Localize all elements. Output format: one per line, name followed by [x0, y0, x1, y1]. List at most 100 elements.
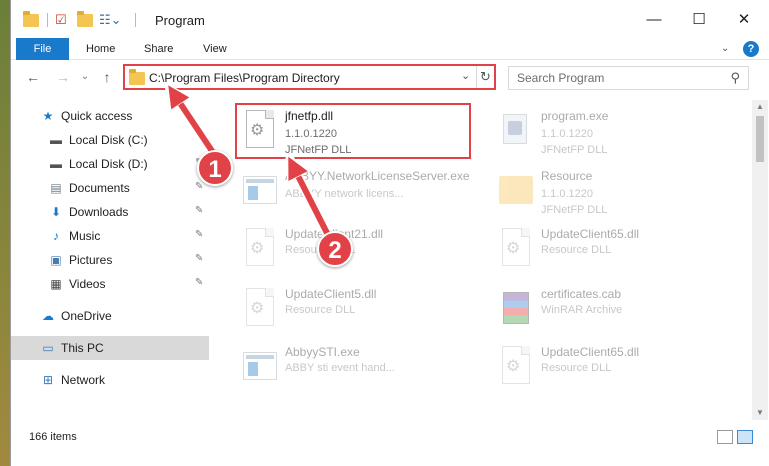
videos-icon: ▦: [50, 277, 62, 291]
exe-icon: [241, 346, 277, 386]
dll-icon: ⚙: [497, 346, 533, 386]
address-bar[interactable]: C:\Program Files\Program Directory ⌄ ↻: [123, 64, 496, 90]
up-button[interactable]: ↑: [97, 67, 117, 87]
scrollbar-thumb[interactable]: [756, 116, 764, 162]
file-description: Resource DLL: [541, 244, 612, 256]
file-description: WinRAR Archive: [541, 304, 623, 316]
sidebar-item-local-disk-d[interactable]: ▬ Local Disk (D:) ✎: [11, 152, 209, 176]
new-folder-icon[interactable]: [77, 10, 93, 29]
sidebar-item-downloads[interactable]: ⬇ Downloads ✎: [11, 200, 209, 224]
search-input[interactable]: Search Program: [517, 71, 604, 85]
pin-icon[interactable]: ✎: [195, 229, 203, 240]
file-name: ABBYY.NetworkLicenseServer.exe: [285, 169, 470, 183]
file-description: Resource DLL: [285, 304, 356, 316]
drive-icon: ▬: [50, 157, 62, 171]
sidebar-item-network[interactable]: ⊞ Network: [11, 368, 209, 392]
tab-share[interactable]: Share: [144, 38, 173, 60]
file-item[interactable]: certificates.cab WinRAR Archive: [493, 282, 738, 337]
tab-home[interactable]: Home: [86, 38, 115, 60]
file-item[interactable]: Resource 1.1.0.1220 JFNetFP DLL: [493, 164, 738, 219]
sidebar-item-quick-access[interactable]: ★ Quick access: [11, 104, 209, 128]
sidebar-item-label: Pictures: [69, 253, 113, 267]
file-name: Resource: [541, 169, 593, 183]
file-item[interactable]: ⚙ UpdateClient65.dll Resource DLL: [493, 222, 738, 277]
file-item[interactable]: ⚙ UpdateClient5.dll Resource DLL: [237, 282, 482, 337]
pin-icon[interactable]: ✎: [195, 253, 203, 264]
file-item[interactable]: ⚙ UpdateClient21.dll Resource DLL: [237, 222, 482, 277]
tab-file[interactable]: File: [16, 38, 69, 60]
navigation-pane: ★ Quick access ▬ Local Disk (C:) ▬ Local…: [11, 100, 209, 420]
sidebar-item-label: Local Disk (C:): [69, 133, 148, 147]
maximize-button[interactable]: ☐: [687, 8, 711, 32]
computer-icon: ▭: [42, 341, 54, 355]
expand-ribbon-icon[interactable]: ⌄: [721, 38, 729, 60]
file-name: UpdateClient65.dll: [541, 345, 640, 359]
properties-icon[interactable]: ☑: [55, 11, 67, 29]
file-item[interactable]: ABBYY.NetworkLicenseServer.exe ABBYY net…: [237, 164, 482, 219]
minimize-button[interactable]: —: [642, 8, 666, 32]
back-button[interactable]: ←: [23, 67, 43, 87]
file-item[interactable]: ⚙ UpdateClient65.dll Resource DLL: [493, 340, 738, 395]
close-button[interactable]: ✕: [732, 8, 756, 32]
folder-icon: [497, 170, 533, 210]
sidebar-item-documents[interactable]: ▤ Documents ✎: [11, 176, 209, 200]
details-view-icon[interactable]: [717, 430, 733, 444]
file-name: certificates.cab: [541, 287, 622, 301]
help-icon[interactable]: ?: [743, 41, 759, 57]
file-item[interactable]: program.exe 1.1.0.1220 JFNetFP DLL: [493, 104, 738, 159]
customize-toolbar-icon[interactable]: ☷⌄: [99, 11, 122, 29]
divider: [135, 13, 136, 27]
file-name: AbbyySTI.exe: [285, 345, 360, 359]
search-icon[interactable]: ⚲: [730, 70, 740, 86]
forward-button[interactable]: →: [53, 67, 73, 87]
title-bar: ☑ ☷⌄ Program — ☐ ✕: [11, 0, 769, 38]
file-description: JFNetFP DLL: [541, 204, 608, 216]
vertical-scrollbar[interactable]: ▲ ▼: [752, 100, 768, 420]
scroll-up-icon[interactable]: ▲: [752, 100, 768, 114]
sidebar-item-local-disk-c[interactable]: ▬ Local Disk (C:): [11, 128, 209, 152]
sidebar-item-videos[interactable]: ▦ Videos ✎: [11, 272, 209, 296]
music-icon: ♪: [53, 229, 59, 243]
file-description: JFNetFP DLL: [541, 144, 608, 156]
tab-view[interactable]: View: [203, 38, 227, 60]
file-name: UpdateClient65.dll: [541, 227, 640, 241]
folder-icon: [129, 69, 145, 88]
sidebar-item-label: Quick access: [61, 109, 133, 123]
pin-icon[interactable]: ✎: [195, 205, 203, 216]
search-box[interactable]: Search Program ⚲: [508, 66, 749, 90]
archive-icon: [497, 288, 533, 328]
dll-icon: ⚙: [241, 228, 277, 268]
recent-locations-button[interactable]: ⌄: [75, 67, 95, 87]
star-icon: ★: [42, 109, 54, 123]
divider: [47, 13, 48, 27]
address-dropdown-icon[interactable]: ⌄: [461, 69, 470, 82]
file-item[interactable]: AbbyySTI.exe ABBY sti event hand...: [237, 340, 482, 395]
documents-icon: ▤: [50, 181, 62, 195]
scroll-down-icon[interactable]: ▼: [752, 406, 768, 420]
pin-icon[interactable]: ✎: [195, 277, 203, 288]
sidebar-item-this-pc[interactable]: ▭ This PC: [11, 336, 209, 360]
explorer-window: ☑ ☷⌄ Program — ☐ ✕ File Home Share View …: [10, 0, 769, 466]
sidebar-item-label: Documents: [69, 181, 130, 195]
sidebar-item-label: Downloads: [69, 205, 129, 219]
download-icon: ⬇: [50, 205, 62, 219]
address-path[interactable]: C:\Program Files\Program Directory: [149, 71, 340, 85]
exe-icon: [241, 170, 277, 210]
drive-icon: ▬: [50, 133, 62, 147]
window-title: Program: [155, 13, 205, 28]
status-bar: 166 items: [11, 426, 769, 448]
ribbon-tabs: File Home Share View ⌄ ?: [11, 38, 769, 60]
sidebar-item-label: Music: [69, 229, 101, 243]
network-icon: ⊞: [42, 373, 54, 387]
dll-icon: ⚙: [497, 228, 533, 268]
refresh-button[interactable]: ↻: [476, 66, 494, 88]
sidebar-item-music[interactable]: ♪ Music ✎: [11, 224, 209, 248]
sidebar-item-pictures[interactable]: ▣ Pictures ✎: [11, 248, 209, 272]
sidebar-item-onedrive[interactable]: ☁ OneDrive: [11, 304, 209, 328]
file-description: Resource DLL: [541, 362, 612, 374]
pin-icon[interactable]: ✎: [195, 181, 203, 192]
sidebar-item-label: Local Disk (D:): [69, 157, 148, 171]
pictures-icon: ▣: [50, 253, 62, 267]
sidebar-item-label: Videos: [69, 277, 106, 291]
large-icons-view-icon[interactable]: [737, 430, 753, 444]
